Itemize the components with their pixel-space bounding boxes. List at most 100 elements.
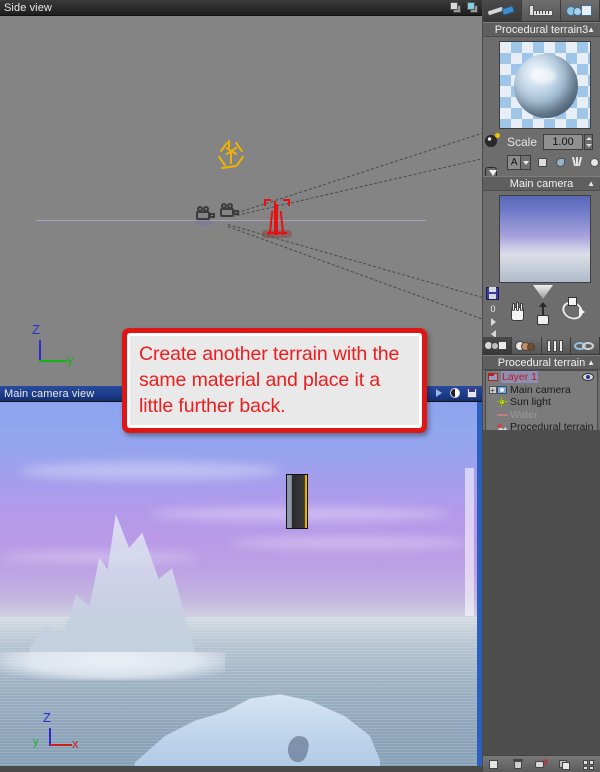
axis-line-z <box>39 340 41 362</box>
light-icon[interactable] <box>588 156 600 169</box>
delete-icon[interactable] <box>512 758 525 771</box>
material-section-header[interactable]: Procedural terrain3 ▲ <box>483 22 600 37</box>
callout-inner-frame: Create another terrain with the same mat… <box>127 333 422 428</box>
channel-select[interactable]: A <box>507 155 532 170</box>
axis-label-z: Z <box>32 322 40 337</box>
selected-terrain-bounds[interactable] <box>286 474 308 529</box>
tree-expander-plus[interactable]: + <box>488 385 497 395</box>
new-icon[interactable] <box>488 758 501 771</box>
material-preview[interactable] <box>499 41 591 129</box>
paint-icon[interactable] <box>571 156 583 169</box>
camera-nav-icons <box>483 285 600 337</box>
materials-list-tab[interactable] <box>512 337 542 354</box>
group-icon[interactable] <box>582 758 596 771</box>
axis-line-y <box>39 360 67 362</box>
objects-icon <box>484 340 510 352</box>
tree-row-main-camera[interactable]: + Main camera <box>486 384 597 397</box>
chevron-up-icon[interactable]: ▲ <box>587 25 595 34</box>
axis-line-x <box>50 744 72 746</box>
tree-label-layer: Layer 1 <box>501 371 539 384</box>
water-icon <box>497 410 508 420</box>
panel-empty-area <box>483 430 600 755</box>
objects-list-tab[interactable] <box>483 337 513 354</box>
help-icon[interactable]: ? <box>535 758 548 771</box>
ruler-tab[interactable] <box>522 0 561 21</box>
camera-snapshot-icon[interactable] <box>466 1 479 14</box>
axis-label-y: y <box>33 736 39 748</box>
side-view-title: Side view <box>4 1 52 14</box>
ruler-icon <box>527 4 555 17</box>
material-section-title: Procedural terrain3 <box>494 23 589 36</box>
material-ball-icon[interactable] <box>484 133 500 148</box>
material-tab[interactable] <box>483 0 522 21</box>
objects-tab[interactable] <box>561 0 600 21</box>
cloud-wisp-1 <box>20 462 280 480</box>
instruction-callout: Create another terrain with the same mat… <box>122 328 427 433</box>
play-icon[interactable] <box>432 387 445 400</box>
camera-section-header[interactable]: Main camera ▲ <box>483 176 600 191</box>
main-camera-canvas[interactable]: Z x y <box>0 402 482 772</box>
objects-icon <box>565 4 595 17</box>
camera-section-body: 0 <box>483 195 600 338</box>
contrast-icon[interactable] <box>449 387 462 400</box>
tree-row-water[interactable]: Water <box>486 409 597 422</box>
drop-icon[interactable] <box>554 156 566 169</box>
tree-label-water: Water <box>510 408 538 421</box>
links-icon <box>573 340 597 352</box>
objects-tabstrip <box>483 337 600 355</box>
axis-label-y: y <box>67 352 74 367</box>
eye-icon[interactable] <box>582 372 594 382</box>
channel-select-value: A <box>510 157 518 168</box>
save-icon[interactable] <box>466 387 479 400</box>
lock-icon[interactable] <box>536 156 548 169</box>
chevron-up-icon[interactable]: ▲ <box>587 358 595 367</box>
tree-row-layer[interactable]: Layer 1 <box>486 371 597 384</box>
tilt-icon[interactable] <box>533 285 553 299</box>
camera-section-title: Main camera <box>509 177 574 190</box>
camera-view-bottom-edge <box>0 766 482 772</box>
cloud-wisp-3 <box>230 537 470 549</box>
material-sphere <box>514 54 578 118</box>
tree-label-sun-light: Sun light <box>510 396 551 409</box>
links-tab[interactable] <box>570 337 600 354</box>
move-up-down-icon[interactable] <box>535 302 551 325</box>
materials-icon <box>514 340 538 352</box>
tree-label-main-camera: Main camera <box>510 383 571 396</box>
objects-section-header[interactable]: Procedural terrain ▲ <box>483 355 600 370</box>
scale-input[interactable]: 1.00 <box>543 134 584 150</box>
sun-icon <box>497 397 508 408</box>
duplicate-icon[interactable] <box>559 758 572 771</box>
scale-row: Scale 1.00 <box>483 134 600 150</box>
second-camera-gizmo[interactable] <box>218 203 240 219</box>
brush-icon <box>486 4 517 17</box>
axis-label-z: Z <box>43 710 51 725</box>
camera-preview[interactable] <box>499 195 591 283</box>
main-camera-titlebar-icons <box>432 387 479 400</box>
main-camera-gizmo[interactable] <box>194 206 216 226</box>
chevron-up-icon[interactable]: ▲ <box>587 179 595 188</box>
material-side-icons <box>484 133 500 181</box>
atmosphere-tab[interactable] <box>541 337 571 354</box>
far-iceberg-base <box>0 652 225 680</box>
sun-gizmo[interactable] <box>212 140 250 176</box>
objects-section-title: Procedural terrain <box>497 356 586 369</box>
pan-icon[interactable] <box>509 302 527 323</box>
atmosphere-icon <box>545 339 567 352</box>
layer-icon <box>488 372 499 382</box>
camera-icon <box>497 385 508 395</box>
snapshot-icon[interactable] <box>449 1 462 14</box>
terrain-gizmo[interactable] <box>264 199 290 235</box>
far-iceberg[interactable] <box>30 514 195 669</box>
side-view-titlebar-icons <box>449 1 479 14</box>
tree-row-sun-light[interactable]: Sun light <box>486 396 597 409</box>
orbit-icon[interactable] <box>559 297 587 325</box>
frustum-line-bottom <box>227 226 482 330</box>
application-window: Side view Z y Main camera view Z x y Cre… <box>0 0 600 772</box>
scale-stepper[interactable] <box>584 134 594 150</box>
side-view-titlebar[interactable]: Side view <box>0 0 482 16</box>
right-side-panel: Procedural terrain3 ▲ Scale 1.00 A Main … <box>482 0 600 772</box>
main-camera-view-panel: Main camera view Z x y <box>0 386 482 772</box>
chevron-down-icon[interactable] <box>520 156 531 169</box>
camera-view-scrollbar[interactable] <box>465 468 474 616</box>
horizon-line <box>36 220 426 221</box>
